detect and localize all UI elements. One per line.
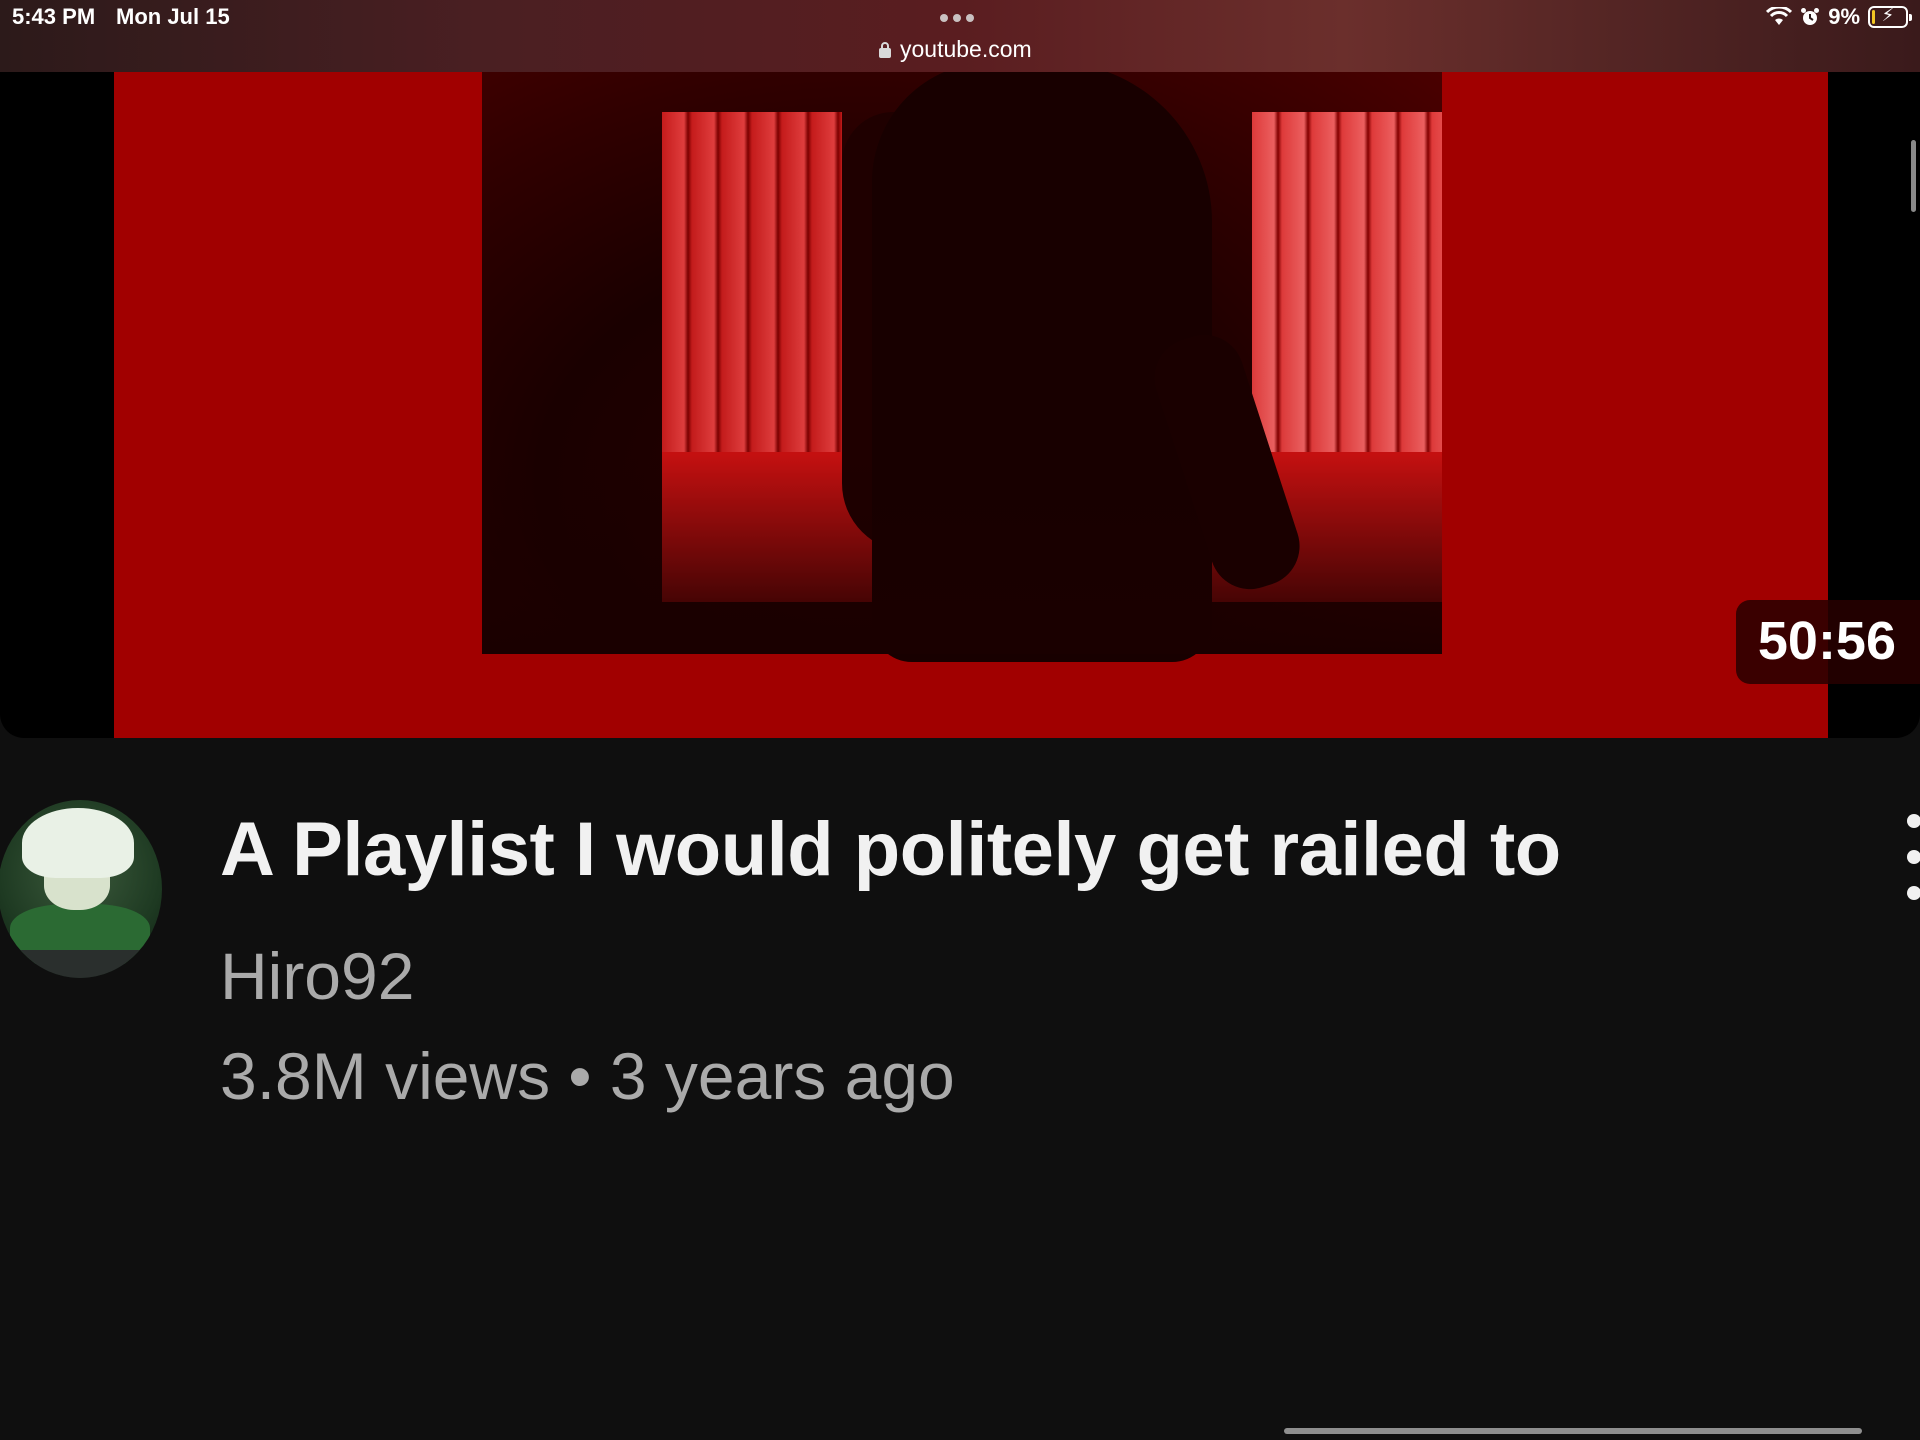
url-text: youtube.com bbox=[900, 36, 1032, 62]
battery-charging-icon: ⚡ bbox=[1868, 5, 1912, 28]
status-indicators: 9% ⚡ bbox=[1766, 4, 1912, 30]
duration-badge: 50:56 bbox=[1735, 600, 1920, 684]
lock-icon bbox=[879, 41, 891, 58]
channel-avatar[interactable] bbox=[0, 800, 162, 978]
battery-percent: 9% bbox=[1828, 4, 1860, 29]
video-thumbnail[interactable]: 50:56 bbox=[0, 72, 1920, 738]
address-bar[interactable]: youtube.com bbox=[878, 36, 1032, 63]
video-stats: 3.8M views • 3 years ago bbox=[220, 1039, 955, 1113]
home-indicator[interactable] bbox=[1284, 1428, 1862, 1434]
channel-name[interactable]: Hiro92 bbox=[220, 938, 414, 1014]
wifi-icon bbox=[1766, 7, 1793, 25]
alarm-icon bbox=[1801, 8, 1820, 25]
status-bar: 5:43 PM Mon Jul 15 youtube.com 9% ⚡ bbox=[0, 0, 1920, 72]
more-dots-icon[interactable] bbox=[940, 14, 974, 22]
video-title[interactable]: A Playlist I would politely get railed t… bbox=[220, 806, 1561, 893]
more-options-icon[interactable] bbox=[1902, 814, 1920, 900]
status-time: 5:43 PM bbox=[12, 4, 96, 29]
status-date: Mon Jul 15 bbox=[116, 4, 230, 29]
thumbnail-image bbox=[114, 72, 1828, 738]
scrollbar[interactable] bbox=[1911, 140, 1916, 212]
